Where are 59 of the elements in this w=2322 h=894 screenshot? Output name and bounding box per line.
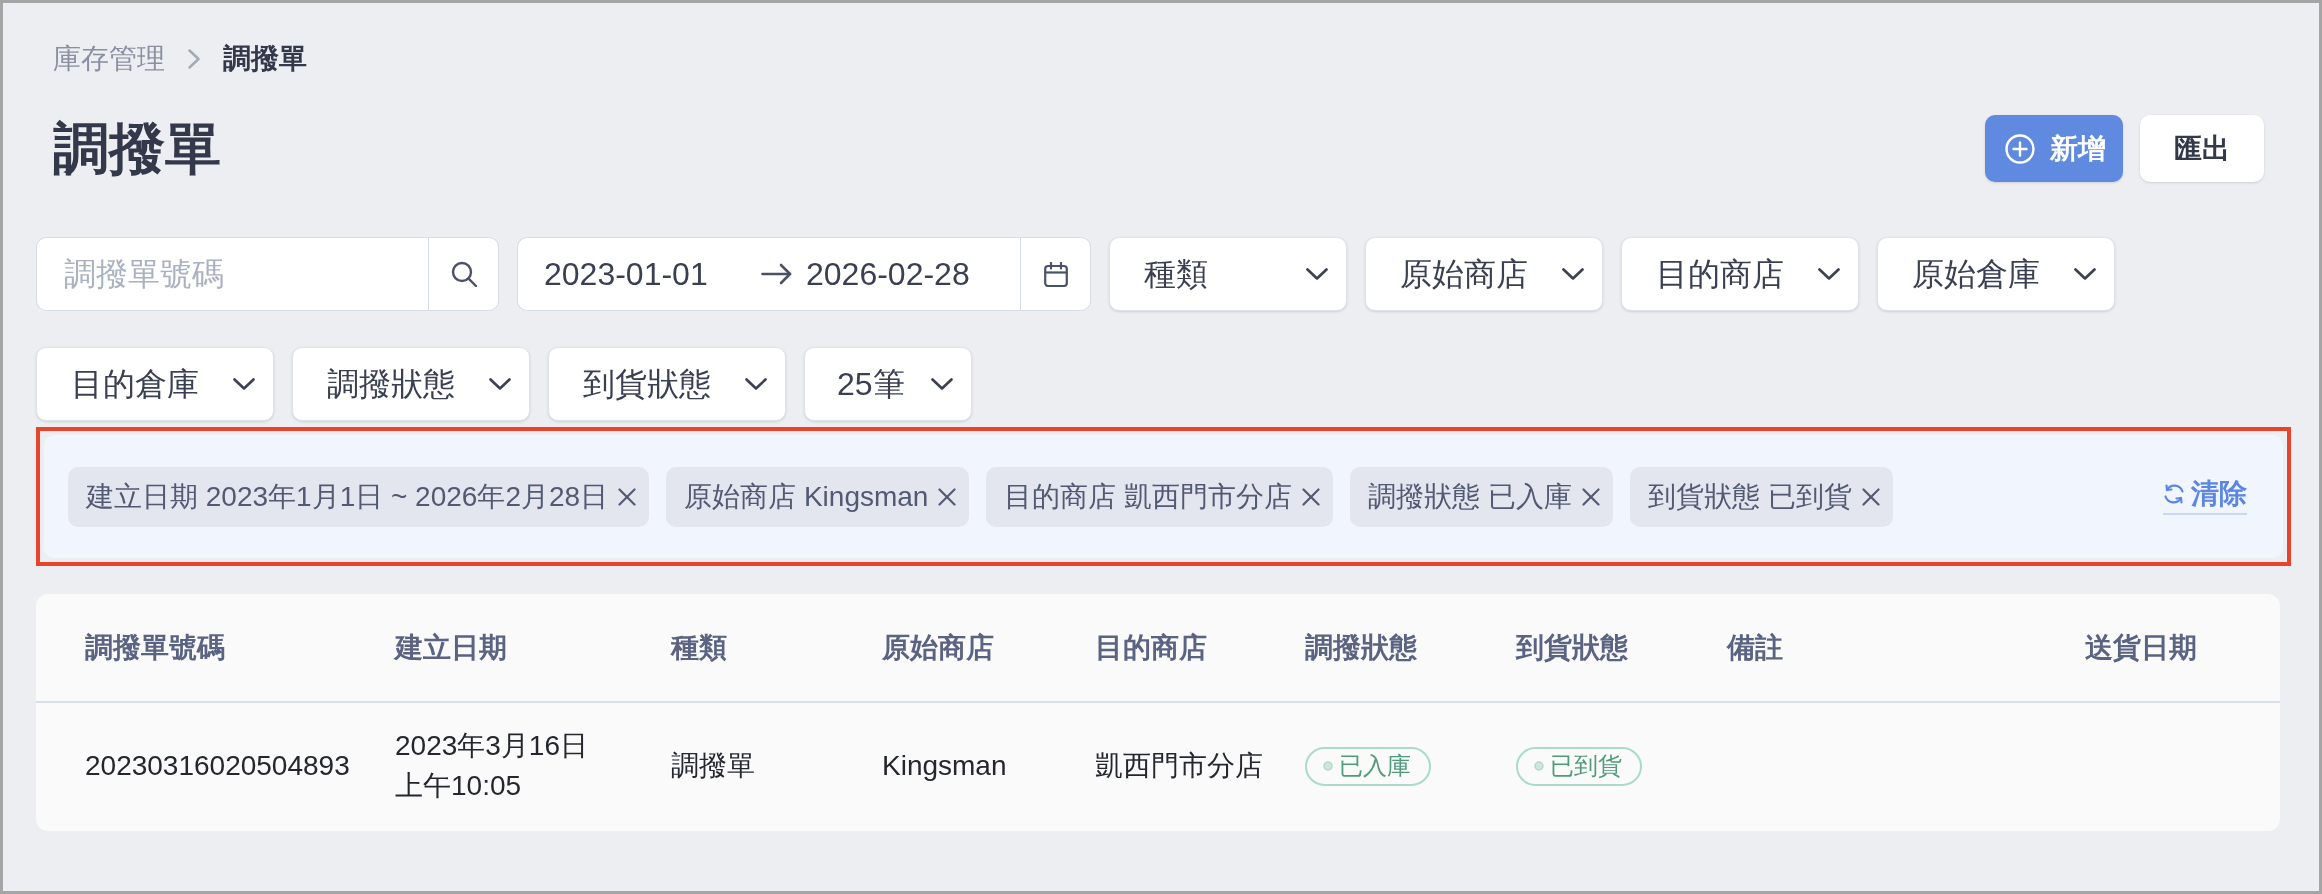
breadcrumb-item: 調撥單: [223, 42, 307, 76]
dropdown[interactable]: 到貨狀態: [548, 347, 786, 421]
filter-chip[interactable]: 目的商店 凱西門市分店: [986, 466, 1334, 527]
refresh-icon: [2163, 483, 2185, 505]
dropdown[interactable]: 目的倉庫: [36, 347, 274, 421]
column-header: 調撥狀態: [1305, 630, 1417, 665]
status-label: 已到貨: [1550, 754, 1622, 778]
column-header: 到貨狀態: [1516, 630, 1628, 665]
chevron-down-icon: [931, 378, 953, 390]
close-icon[interactable]: [1582, 487, 1600, 506]
calendar-icon: [1043, 261, 1068, 287]
table-cell-text: 2023年3月16日上午10:05: [395, 729, 589, 803]
close-icon[interactable]: [1302, 487, 1321, 506]
chevron-down-icon: [745, 378, 767, 390]
close-icon[interactable]: [618, 487, 637, 506]
filter-chip[interactable]: 原始商店 Kingsman: [666, 466, 970, 527]
chevron-down-icon: [2074, 268, 2096, 280]
dropdown[interactable]: 調撥狀態: [292, 347, 530, 421]
column-header: 建立日期: [395, 630, 507, 665]
dropdown[interactable]: 原始商店: [1365, 237, 1603, 311]
status-label: 已入庫: [1339, 754, 1411, 778]
end-date-text[interactable]: 2026-02-28: [806, 250, 970, 298]
search-button[interactable]: [428, 237, 499, 311]
column-header: 種類: [671, 630, 727, 665]
close-icon[interactable]: [938, 487, 957, 506]
plus-circle-icon: [2005, 133, 2035, 164]
page-title: 調撥單: [52, 120, 221, 177]
dropdown[interactable]: 目的商店: [1621, 237, 1859, 311]
table-cell-text: 20230316020504893: [85, 749, 350, 783]
dropdown[interactable]: 原始倉庫: [1877, 237, 2115, 311]
arrow-right-icon: [761, 263, 792, 285]
chevron-down-icon: [1562, 268, 1584, 280]
column-header: 送貨日期: [2085, 630, 2197, 665]
start-date-text[interactable]: 2023-01-01: [544, 250, 761, 298]
filter-chip[interactable]: 到貨狀態 已到貨: [1630, 466, 1893, 527]
column-header: 原始商店: [882, 630, 994, 665]
dropdown[interactable]: 25筆: [804, 347, 972, 421]
search-icon: [450, 261, 477, 287]
filter-chip[interactable]: 建立日期 2023年1月1日 ~ 2026年2月28日: [68, 466, 650, 527]
table-cell-text: 凱西門市分店: [1095, 749, 1263, 783]
table-cell-text: Kingsman: [882, 749, 1007, 783]
close-icon[interactable]: [1861, 487, 1880, 506]
export-button[interactable]: 匯出: [2140, 115, 2264, 182]
column-header: 調撥單號碼: [85, 630, 225, 665]
chevron-right-icon: [188, 49, 200, 69]
search-field[interactable]: 調撥單號碼: [36, 237, 428, 311]
chevron-down-icon: [1818, 268, 1840, 280]
chevron-down-icon: [1306, 268, 1328, 280]
filter-chip[interactable]: 調撥狀態 已入庫: [1350, 466, 1613, 527]
status-dot-icon: [1534, 761, 1544, 771]
calendar-button[interactable]: [1020, 237, 1091, 311]
column-header: 目的商店: [1095, 630, 1207, 665]
chevron-down-icon: [233, 378, 255, 390]
date-range-field[interactable]: 2023-01-01 2026-02-28: [517, 237, 1020, 311]
column-header: 備註: [1727, 630, 1783, 665]
chevron-down-icon: [489, 378, 511, 390]
table-cell-text: 調撥單: [671, 749, 755, 783]
status-dot-icon: [1323, 761, 1333, 771]
dropdown[interactable]: 種類: [1109, 237, 1347, 311]
